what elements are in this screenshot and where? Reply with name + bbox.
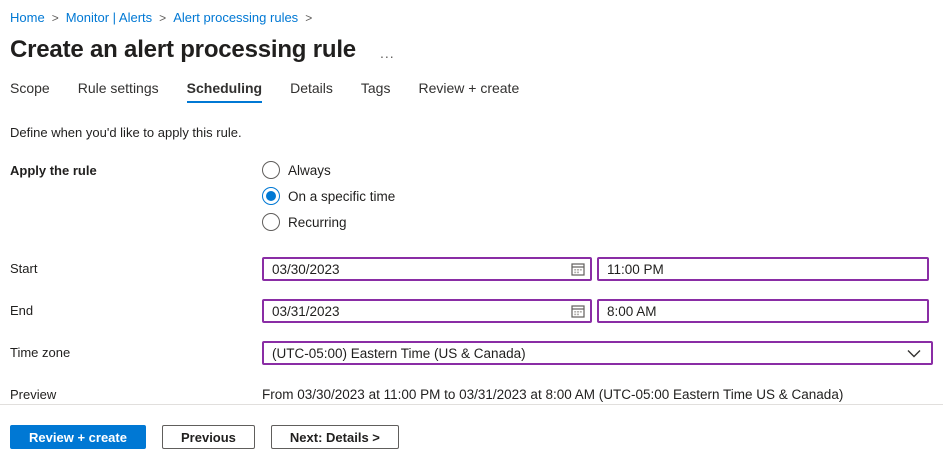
- tab-rule-settings[interactable]: Rule settings: [78, 80, 159, 103]
- radio-recurring-label: Recurring: [288, 215, 347, 230]
- review-create-button[interactable]: Review + create: [10, 425, 146, 449]
- calendar-icon[interactable]: [571, 262, 585, 276]
- radio-circle-icon: [262, 161, 280, 179]
- calendar-icon[interactable]: [571, 304, 585, 318]
- radio-always-label: Always: [288, 163, 331, 178]
- radio-on-specific-time[interactable]: On a specific time: [262, 187, 395, 205]
- tab-scheduling[interactable]: Scheduling: [187, 80, 262, 103]
- tab-review-create[interactable]: Review + create: [418, 80, 519, 103]
- chevron-down-icon: [907, 349, 921, 358]
- radio-circle-icon: [262, 187, 280, 205]
- breadcrumb-alert-processing-rules[interactable]: Alert processing rules: [173, 10, 298, 25]
- footer-actions: Review + create Previous Next: Details >: [10, 425, 399, 449]
- scheduling-description: Define when you'd like to apply this rul…: [10, 125, 933, 140]
- start-date-input[interactable]: [262, 257, 592, 281]
- apply-rule-radio-group: Always On a specific time Recurring: [262, 161, 395, 231]
- radio-always[interactable]: Always: [262, 161, 395, 179]
- breadcrumb-monitor-alerts[interactable]: Monitor | Alerts: [66, 10, 152, 25]
- tab-details[interactable]: Details: [290, 80, 333, 103]
- breadcrumb: Home > Monitor | Alerts > Alert processi…: [10, 0, 933, 25]
- timezone-label: Time zone: [10, 341, 262, 360]
- tab-tags[interactable]: Tags: [361, 80, 391, 103]
- end-label: End: [10, 299, 262, 318]
- timezone-select[interactable]: (UTC-05:00) Eastern Time (US & Canada): [262, 341, 933, 365]
- next-details-button[interactable]: Next: Details >: [271, 425, 399, 449]
- end-time-input[interactable]: [597, 299, 929, 323]
- radio-circle-icon: [262, 213, 280, 231]
- previous-button[interactable]: Previous: [162, 425, 255, 449]
- footer-divider: [0, 404, 943, 405]
- tab-scope[interactable]: Scope: [10, 80, 50, 103]
- breadcrumb-separator: >: [159, 11, 166, 25]
- preview-label: Preview: [10, 383, 262, 402]
- breadcrumb-home[interactable]: Home: [10, 10, 45, 25]
- breadcrumb-separator: >: [305, 11, 312, 25]
- radio-on-specific-time-label: On a specific time: [288, 189, 395, 204]
- start-label: Start: [10, 257, 262, 276]
- apply-rule-label: Apply the rule: [10, 161, 262, 178]
- more-commands-icon[interactable]: ...: [380, 39, 395, 61]
- start-time-input[interactable]: [597, 257, 929, 281]
- page-title: Create an alert processing rule: [10, 36, 356, 64]
- radio-recurring[interactable]: Recurring: [262, 213, 395, 231]
- tab-bar: Scope Rule settings Scheduling Details T…: [10, 80, 933, 103]
- timezone-selected-value: (UTC-05:00) Eastern Time (US & Canada): [272, 346, 526, 361]
- end-date-input[interactable]: [262, 299, 592, 323]
- preview-value: From 03/30/2023 at 11:00 PM to 03/31/202…: [262, 383, 843, 402]
- breadcrumb-separator: >: [52, 11, 59, 25]
